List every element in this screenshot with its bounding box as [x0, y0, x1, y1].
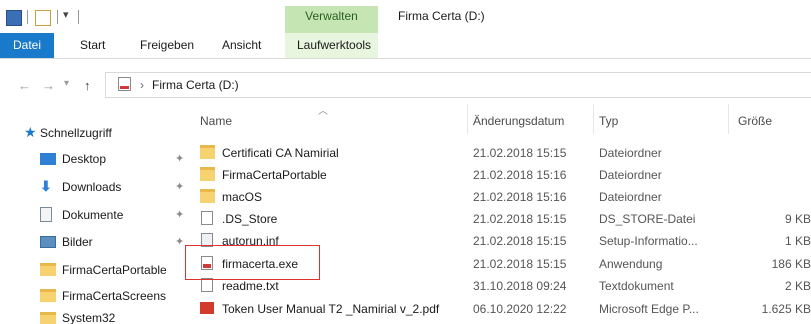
folder-icon — [40, 312, 56, 324]
download-arrow-icon: ⬇ — [40, 178, 52, 194]
file-type: Dateiordner — [599, 146, 662, 160]
sidebar-item-label: FirmaCertaScreens — [62, 289, 167, 303]
pin-icon[interactable]: ✦ — [175, 180, 184, 193]
file-date: 21.02.2018 15:16 — [473, 168, 567, 182]
divider — [27, 10, 28, 24]
list-item[interactable]: macOS 21.02.2018 15:16 Dateiordner — [188, 186, 811, 208]
ribbon-tab-bar — [0, 33, 811, 59]
back-arrow-icon[interactable]: ← — [18, 78, 31, 93]
save-icon[interactable] — [6, 10, 22, 26]
tab-freigeben[interactable]: Freigeben — [140, 38, 194, 52]
sidebar-item-label: FirmaCertaPortable — [62, 263, 167, 277]
file-type: Setup-Informatio... — [599, 234, 698, 248]
quick-access-label[interactable]: Schnellzugriff — [40, 126, 112, 140]
desktop-icon — [40, 153, 56, 165]
sidebar-item-firmacertascreens[interactable]: FirmaCertaScreens — [20, 285, 188, 307]
dropdown-icon[interactable]: ▾ — [63, 8, 69, 21]
window-title: Firma Certa (D:) — [398, 9, 485, 23]
sidebar-item-label: Downloads — [62, 180, 122, 194]
file-name: Certificati CA Namirial — [222, 146, 339, 160]
sidebar-item-label: System32 — [62, 311, 116, 324]
folder-icon — [200, 167, 215, 181]
folder-icon — [40, 289, 56, 302]
column-header-name[interactable]: Name — [200, 114, 232, 128]
context-group-label: Verwalten — [305, 9, 358, 23]
file-name: readme.txt — [222, 279, 279, 293]
file-type: DS_STORE-Datei — [599, 212, 696, 226]
star-icon: ★ — [24, 124, 37, 140]
breadcrumb-separator: › — [140, 78, 144, 92]
recent-dropdown-icon[interactable]: ▾ — [64, 78, 69, 89]
folder-icon — [200, 145, 215, 159]
checkmark-icon[interactable] — [35, 10, 51, 26]
sidebar-item-dokumente[interactable]: Dokumente ✦ — [20, 204, 188, 226]
file-size: 2 KB — [784, 279, 811, 293]
document-icon — [40, 207, 52, 222]
list-item[interactable]: Certificati CA Namirial 21.02.2018 15:15… — [188, 142, 811, 164]
file-type: Anwendung — [599, 257, 663, 271]
column-divider[interactable] — [467, 104, 468, 134]
column-header-size[interactable]: Größe — [738, 114, 772, 128]
pin-icon[interactable]: ✦ — [175, 152, 184, 165]
drive-icon — [118, 77, 131, 91]
file-type: Dateiordner — [599, 168, 662, 182]
column-header-date[interactable]: Änderungsdatum — [473, 114, 564, 128]
tab-ansicht[interactable]: Ansicht — [222, 38, 261, 52]
file-date: 21.02.2018 15:15 — [473, 234, 567, 248]
file-name: FirmaCertaPortable — [222, 168, 327, 182]
tab-datei[interactable]: Datei — [0, 33, 54, 58]
list-item[interactable]: Token User Manual T2 _Namirial v_2.pdf 0… — [188, 298, 811, 320]
address-bar[interactable]: › Firma Certa (D:) — [105, 72, 811, 98]
file-type: Textdokument — [599, 279, 674, 293]
pin-icon[interactable]: ✦ — [175, 208, 184, 221]
column-header-type[interactable]: Typ — [599, 114, 618, 128]
pictures-icon — [40, 236, 56, 248]
file-date: 21.02.2018 15:15 — [473, 257, 567, 271]
file-type: Dateiordner — [599, 190, 662, 204]
highlight-box — [185, 245, 320, 280]
text-file-icon — [201, 278, 213, 292]
pin-icon[interactable]: ✦ — [175, 235, 184, 248]
sidebar-item-label: Bilder — [62, 235, 93, 249]
file-date: 21.02.2018 15:15 — [473, 212, 567, 226]
sidebar-item-system32[interactable]: System32 — [20, 309, 188, 324]
file-name: .DS_Store — [222, 212, 278, 226]
file-date: 06.10.2020 12:22 — [473, 302, 567, 316]
sidebar-item-label: Dokumente — [62, 208, 124, 222]
file-icon — [201, 211, 213, 225]
divider — [57, 10, 58, 24]
file-size: 1 KB — [784, 234, 811, 248]
file-date: 31.10.2018 09:24 — [473, 279, 567, 293]
file-size: 1.625 KB — [761, 302, 811, 316]
tab-laufwerktools[interactable]: Laufwerktools — [297, 38, 371, 52]
folder-icon — [40, 263, 56, 276]
tab-start[interactable]: Start — [80, 38, 105, 52]
forward-arrow-icon[interactable]: → — [42, 78, 55, 93]
breadcrumb[interactable]: Firma Certa (D:) — [152, 78, 239, 92]
column-divider[interactable] — [728, 104, 729, 134]
sidebar-item-bilder[interactable]: Bilder ✦ — [20, 231, 188, 253]
folder-icon — [200, 189, 215, 203]
list-item[interactable]: FirmaCertaPortable 21.02.2018 15:16 Date… — [188, 164, 811, 186]
sidebar-item-firmacertaportable[interactable]: FirmaCertaPortable — [20, 259, 188, 281]
file-date: 21.02.2018 15:15 — [473, 146, 567, 160]
file-name: macOS — [222, 190, 263, 204]
list-item[interactable]: .DS_Store 21.02.2018 15:15 DS_STORE-Date… — [188, 208, 811, 230]
file-date: 21.02.2018 15:16 — [473, 190, 567, 204]
sidebar-item-desktop[interactable]: Desktop ✦ — [20, 148, 188, 170]
file-name: Token User Manual T2 _Namirial v_2.pdf — [222, 302, 440, 316]
sidebar-item-label: Desktop — [62, 152, 107, 166]
sort-ascending-icon: ︿ — [318, 106, 328, 117]
column-divider[interactable] — [593, 104, 594, 134]
file-size: 9 KB — [784, 212, 811, 226]
sidebar-item-downloads[interactable]: ⬇ Downloads ✦ — [20, 176, 188, 198]
divider — [78, 10, 79, 24]
pdf-icon — [200, 302, 214, 314]
up-arrow-icon[interactable]: ↑ — [84, 78, 91, 93]
file-size: 186 KB — [771, 257, 811, 271]
file-type: Microsoft Edge P... — [599, 302, 699, 316]
